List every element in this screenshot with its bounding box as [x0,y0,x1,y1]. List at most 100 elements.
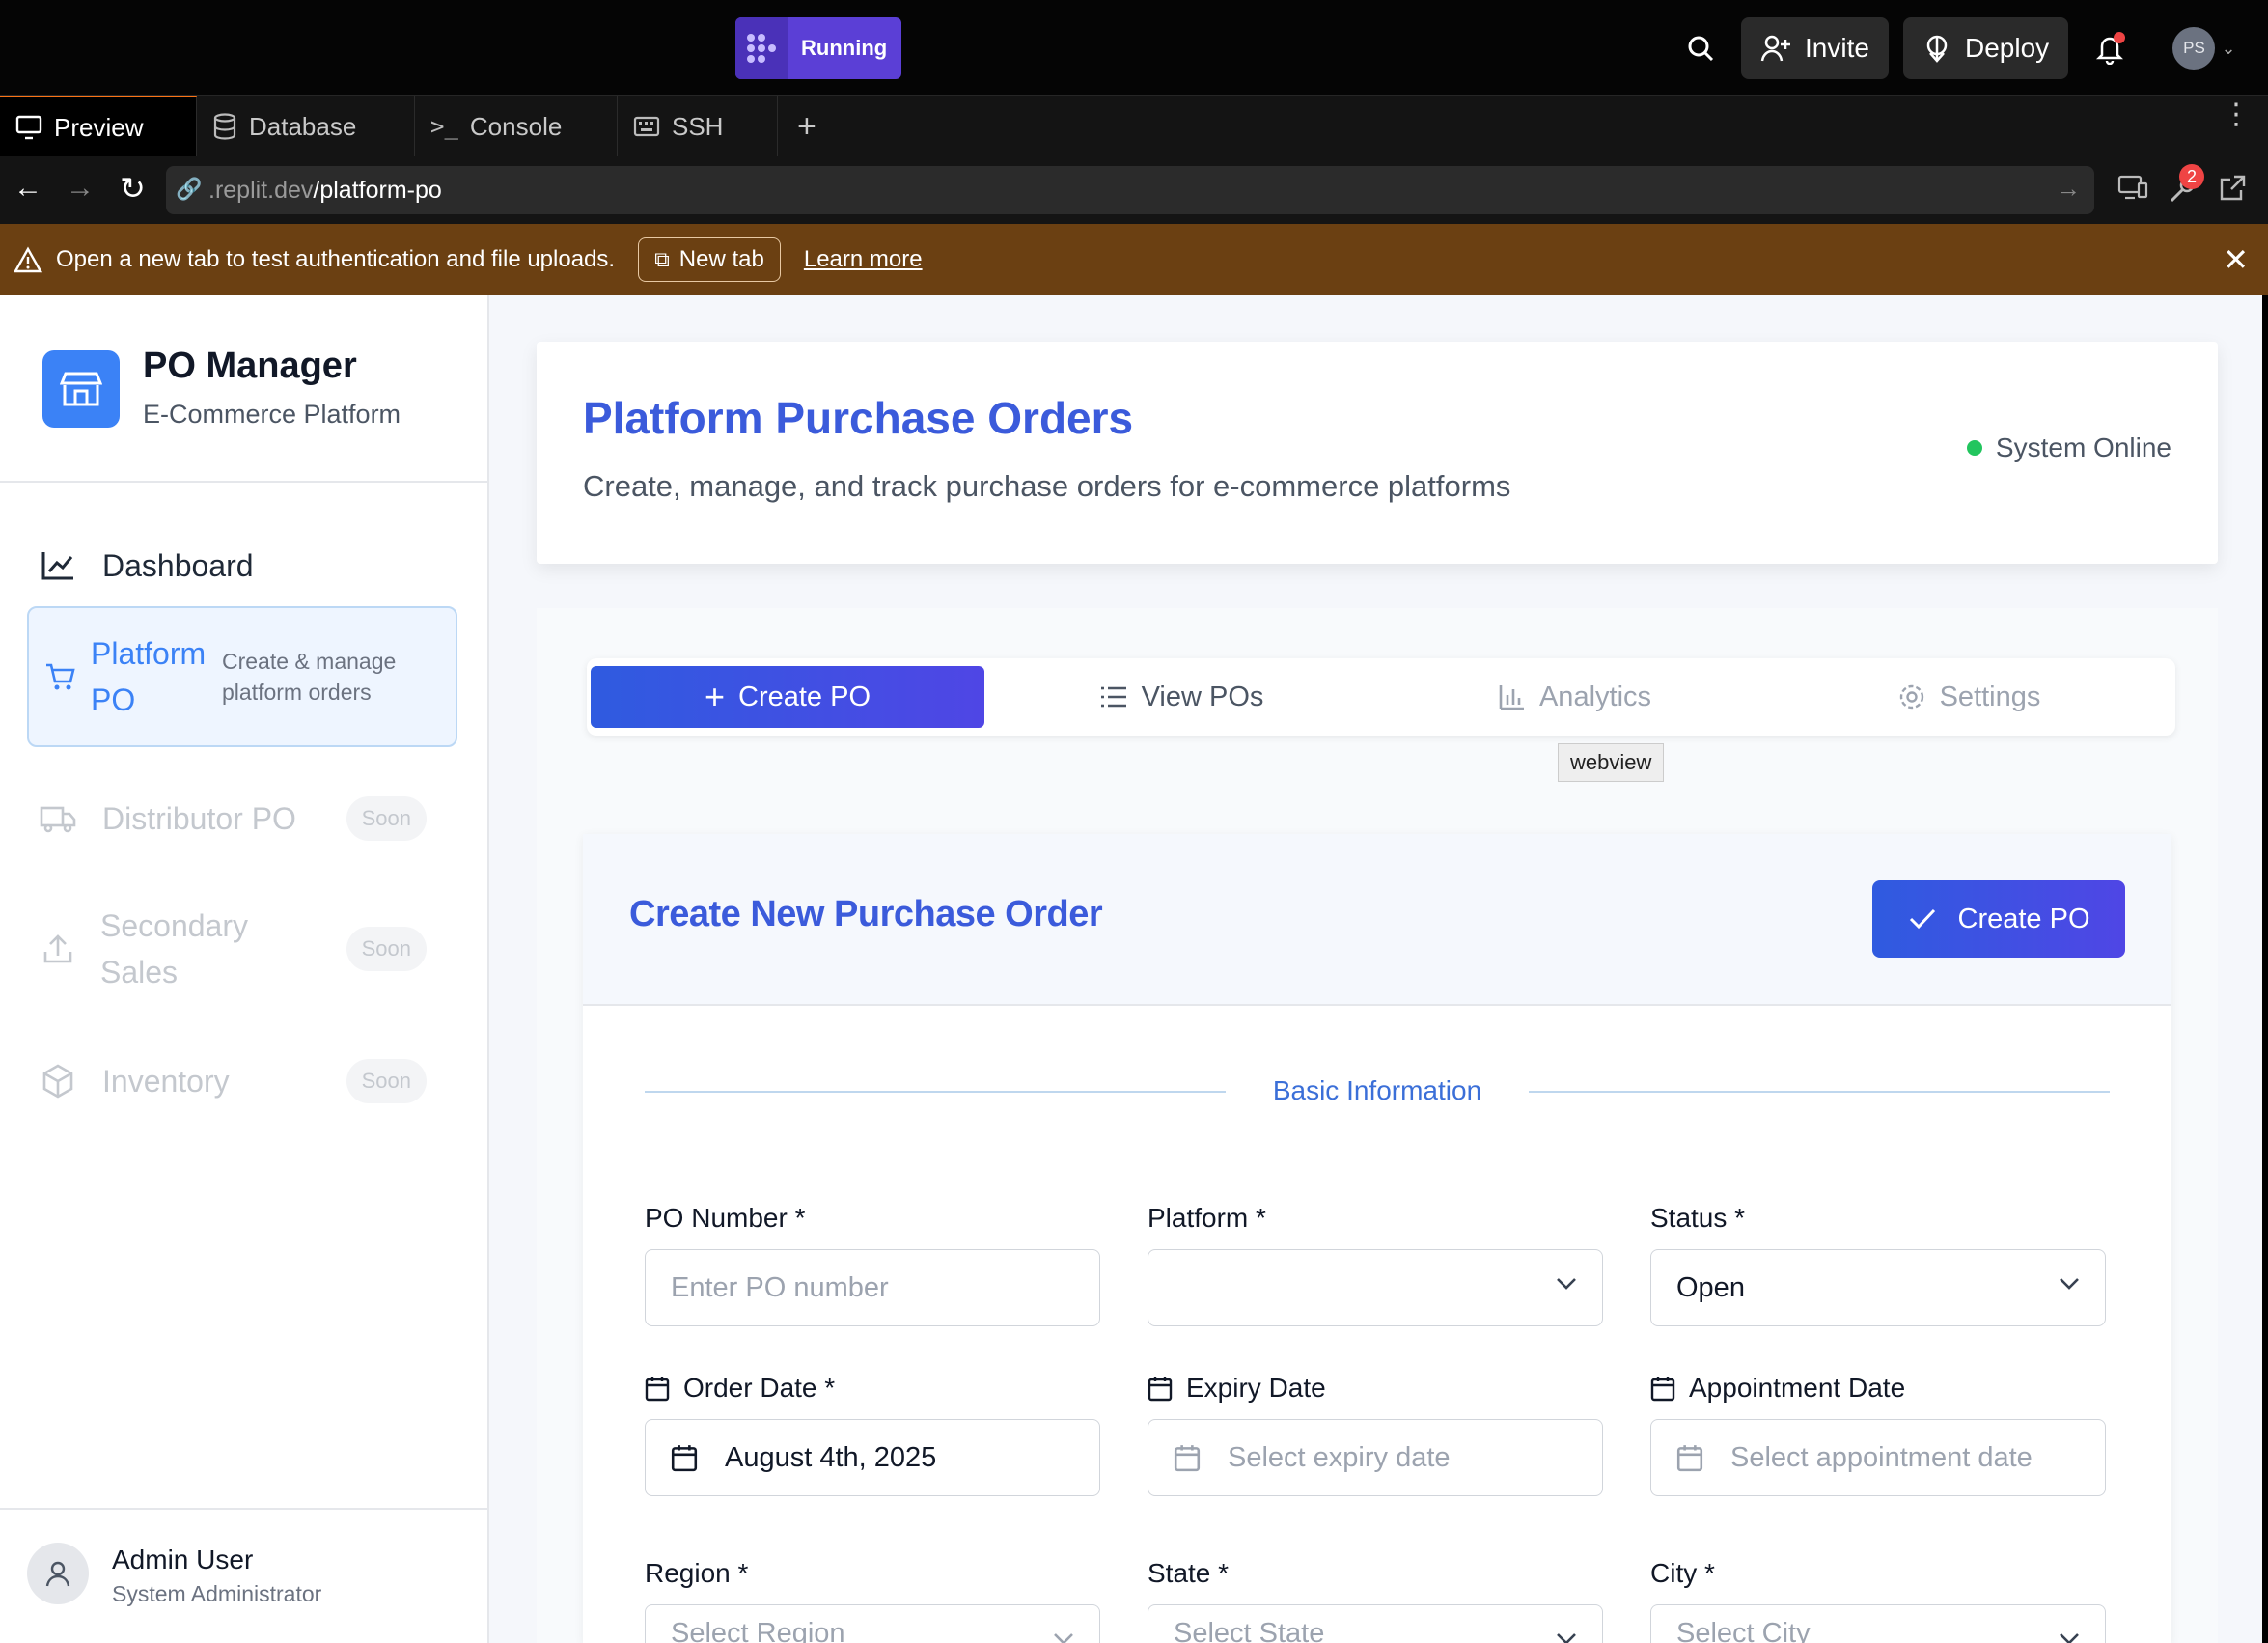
appointment-date-label: Appointment Date [1650,1373,1905,1404]
plus-icon: + [704,677,726,716]
po-number-input[interactable]: Enter PO number [645,1249,1100,1326]
tab-settings[interactable]: Settings [1772,666,2166,728]
url-path: /platform-po [313,176,442,204]
back-arrow-icon[interactable]: ← [14,172,42,205]
sidebar-item-label: Dashboard [102,547,254,583]
deploy-label: Deploy [1965,33,2050,63]
create-po-submit-button[interactable]: Create PO [1872,880,2125,958]
submit-label: Create PO [1957,903,2090,934]
upload-icon [27,933,89,965]
check-icon [1909,908,1935,930]
tab-create-po[interactable]: + Create PO [591,666,984,728]
deploy-button[interactable]: Deploy [1903,17,2069,79]
go-arrow-icon[interactable]: → [2056,174,2081,204]
region-select[interactable]: Select Region [645,1604,1100,1643]
sidebar-item-description: Create & manage platform orders [222,649,397,705]
order-date-label: Order Date * [645,1373,835,1404]
create-po-form: Create New Purchase Order Create PO Basi… [583,834,2171,1643]
form-header: Create New Purchase Order Create PO [583,834,2171,1006]
tab-label: Preview [54,112,144,142]
placeholder-text: Select State [1174,1618,1325,1643]
external-link-icon[interactable] [2218,174,2247,208]
list-icon [1100,686,1126,708]
tab-analytics[interactable]: Analytics [1378,666,1772,728]
state-select[interactable]: Select State [1148,1604,1603,1643]
sidebar-item-label: Secondary Sales [100,908,248,989]
close-icon[interactable]: ✕ [2223,241,2249,278]
monitor-icon [15,115,42,140]
user-role: System Administrator [112,1581,322,1606]
city-select[interactable]: Select City [1650,1604,2106,1643]
user-name: Admin User [112,1545,254,1574]
sidebar-item-secondary-sales: Secondary Sales Soon [27,896,457,1002]
status-label: System Online [1995,432,2171,462]
page-title: Platform Purchase Orders [583,393,1134,443]
search-icon[interactable] [1679,27,1722,70]
page-subtitle: Create, manage, and track purchase order… [583,469,1511,503]
divider [0,481,487,483]
bell-icon[interactable] [2088,27,2131,70]
sidebar-item-platform-po[interactable]: Platform PO Create & manage platform ord… [27,606,457,747]
sidebar-item-label: Platform PO [91,636,207,717]
brand-subtitle: E-Commerce Platform [143,400,401,429]
tab-view-pos[interactable]: View POs [984,666,1378,728]
more-vertical-icon[interactable]: ⋮ [2222,100,2251,129]
add-user-icon [1760,35,1790,62]
tab-database[interactable]: Database [197,96,415,157]
reload-icon[interactable]: ↻ [120,170,146,207]
chevron-down-icon [1557,1278,1576,1290]
add-tab-icon[interactable]: + [778,96,840,157]
soon-badge: Soon [346,1059,427,1103]
chevron-down-icon [2060,1633,2079,1643]
status-dot [1966,440,1982,456]
main-tabs: + Create PO View POs Analytics Settings [587,658,2175,736]
platform-select[interactable] [1148,1249,1603,1326]
label-text: Expiry Date [1186,1373,1326,1403]
sidebar-item-distributor-po: Distributor PO Soon [27,776,457,861]
calendar-icon [645,1377,670,1402]
placeholder-text: Enter PO number [671,1271,889,1303]
package-icon [27,1064,89,1099]
run-status-button[interactable]: Running [735,17,901,79]
chevron-down-icon: ⌄ [2221,38,2236,58]
expiry-date-label: Expiry Date [1148,1373,1326,1404]
selected-value: August 4th, 2025 [725,1441,937,1473]
url-input[interactable]: 🔗 .replit.dev/platform-po → [166,166,2094,214]
sidebar-item-dashboard[interactable]: Dashboard [27,523,457,608]
placeholder-text: Select Region [671,1618,845,1643]
chevron-down-icon [2060,1278,2079,1290]
divider [0,1508,487,1510]
expiry-date-picker[interactable]: Select expiry date [1148,1419,1603,1496]
po-number-label: PO Number * [645,1203,806,1233]
terminal-icon: >_ [430,113,458,140]
devtools-wrench-icon[interactable]: 2 [2166,164,2204,211]
webview-tooltip: webview [1558,743,1665,782]
tab-preview[interactable]: Preview [0,96,197,157]
region-label: Region * [645,1558,749,1588]
calendar-icon [671,1445,698,1472]
sidebar-item-label: Distributor PO [102,800,296,836]
user-avatar[interactable]: PS ⌄ [2171,27,2237,70]
order-date-picker[interactable]: August 4th, 2025 [645,1419,1100,1496]
replit-logo-icon [735,17,788,79]
platform-label: Platform * [1148,1203,1266,1233]
appointment-date-picker[interactable]: Select appointment date [1650,1419,2106,1496]
invite-label: Invite [1805,33,1869,63]
forward-arrow-icon[interactable]: → [66,172,95,205]
tab-ssh[interactable]: SSH [618,96,778,157]
placeholder-text: Select expiry date [1228,1441,1451,1473]
section-title: Basic Information [1272,1075,1482,1105]
tab-label: Create PO [738,681,871,712]
devices-icon[interactable] [2117,174,2148,208]
learn-more-link[interactable]: Learn more [804,246,923,273]
user-avatar-icon [27,1543,89,1604]
tab-console[interactable]: >_ Console [415,96,618,157]
invite-button[interactable]: Invite [1741,17,1889,79]
calendar-icon [1650,1377,1675,1402]
new-tab-button[interactable]: ⧉ New tab [638,237,781,282]
chevron-down-icon [1557,1633,1576,1643]
app-content: PO Manager E-Commerce Platform Dashboard… [0,295,2262,1643]
tab-label: Settings [1939,681,2041,712]
soon-badge: Soon [346,796,427,841]
status-select[interactable]: Open [1650,1249,2106,1326]
